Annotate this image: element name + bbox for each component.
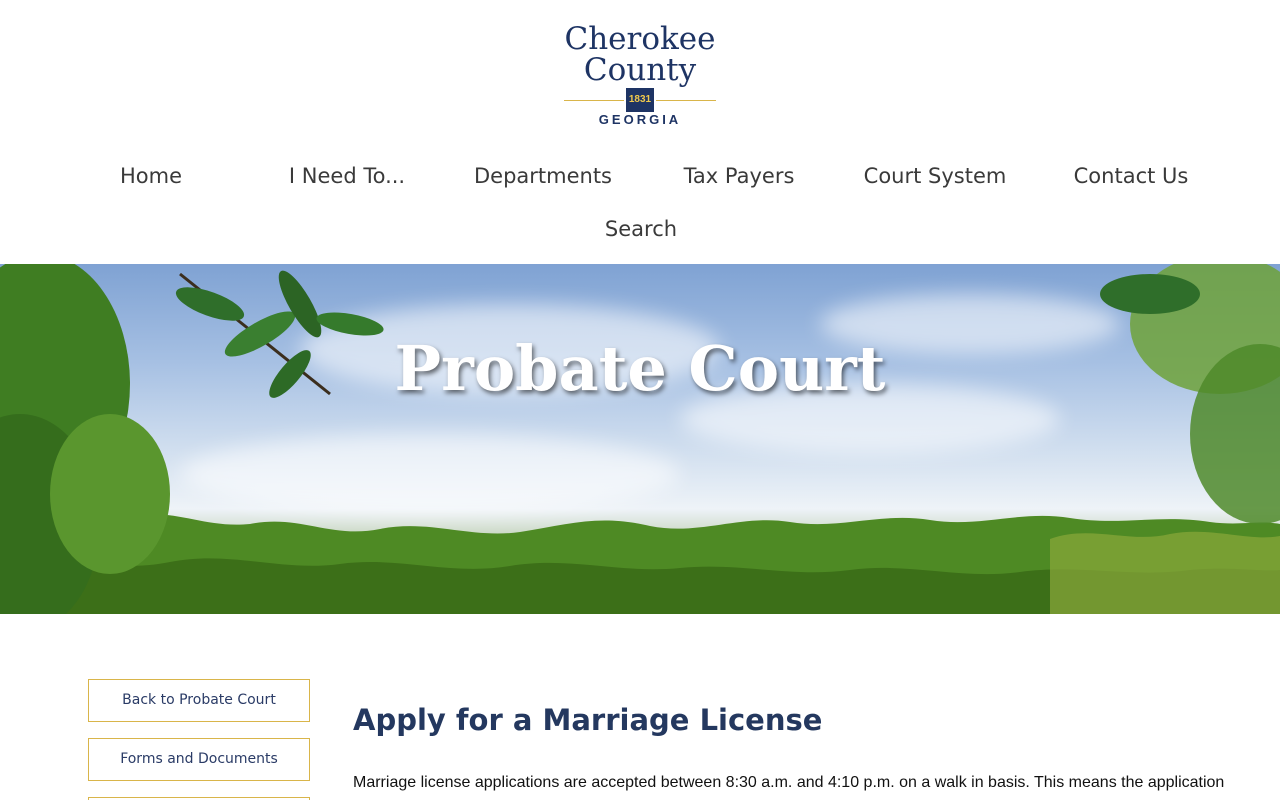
nav-item-home[interactable]: Home xyxy=(53,156,249,196)
logo-rule-left xyxy=(564,100,624,101)
back-to-probate-court-button[interactable]: Back to Probate Court xyxy=(88,679,310,722)
site-header: Cherokee County 1831 GEORGIA xyxy=(0,0,1280,140)
logo-text-line1: Cherokee xyxy=(564,21,716,57)
logo-state: GEORGIA xyxy=(598,112,682,127)
nav-item-search[interactable]: Search xyxy=(543,209,739,249)
nav-item-departments[interactable]: Departments xyxy=(445,156,641,196)
nav-row-primary: Home I Need To... Departments Tax Payers… xyxy=(53,156,1229,196)
logo-year-badge: 1831 xyxy=(626,88,654,112)
intro-paragraph: Marriage license applications are accept… xyxy=(353,774,1225,791)
nav-item-i-need-to[interactable]: I Need To... xyxy=(249,156,445,196)
nav-item-tax-payers[interactable]: Tax Payers xyxy=(641,156,837,196)
county-logo[interactable]: Cherokee County 1831 GEORGIA xyxy=(564,24,716,134)
logo-text-line2: County xyxy=(583,52,697,88)
nav-row-secondary: Search xyxy=(53,209,1229,249)
forms-and-documents-button[interactable]: Forms and Documents xyxy=(88,738,310,781)
hero-title: Probate Court xyxy=(394,332,886,405)
logo-rule-right xyxy=(656,100,716,101)
hero-banner: Probate Court xyxy=(0,264,1280,614)
nav-item-contact-us[interactable]: Contact Us xyxy=(1033,156,1229,196)
page-title: Apply for a Marriage License xyxy=(353,703,823,737)
nav-item-court-system[interactable]: Court System xyxy=(837,156,1033,196)
